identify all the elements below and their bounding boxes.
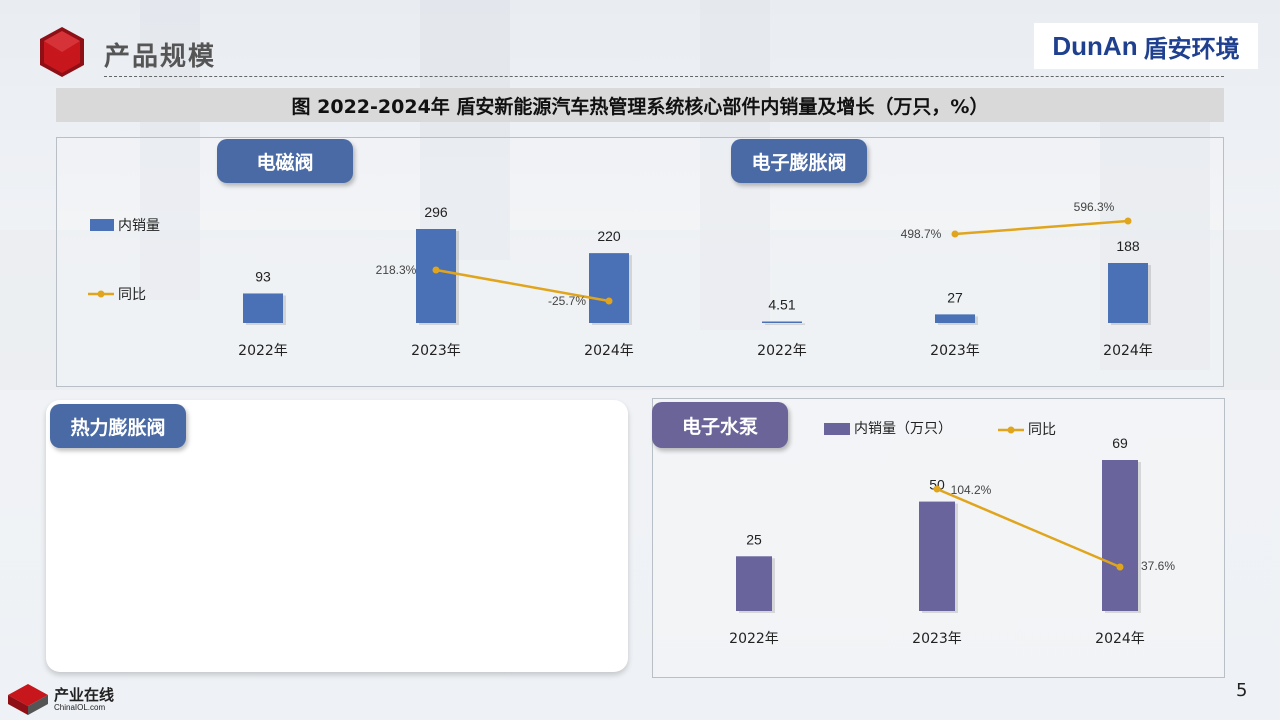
pump-legend-bar-label: 内销量（万只） [854, 421, 952, 437]
pump-legend-bar-swatch [824, 423, 850, 435]
solenoid-bar-label: 93 [255, 268, 271, 284]
legend-line-marker [97, 290, 105, 298]
pump-yoy-label: 104.2% [951, 483, 992, 497]
eev-bar [762, 321, 802, 323]
pump-bar [919, 501, 955, 611]
eev-yoy-point [1124, 217, 1132, 225]
pump-yoy-line [936, 487, 1121, 569]
eev-yoy-label: 498.7% [901, 227, 942, 241]
eev-bar [935, 314, 975, 323]
pump-category-label: 2023年 [912, 631, 962, 647]
page-number: 5 [1236, 680, 1248, 701]
eev-yoy-line [954, 219, 1129, 236]
eev-yoy-label: 596.3% [1074, 200, 1115, 214]
footer-logo-en: ChinaIOL.com [54, 702, 106, 712]
eev-category-label: 2024年 [1103, 343, 1153, 359]
charts-canvas: 93 296 220 2022年 2023年 2024年 218.3% -25.7% 4.51 2… [88, 200, 1175, 647]
eev-bar-shadow [765, 323, 805, 325]
solenoid-category-label: 2023年 [411, 343, 461, 359]
eev-bar-label: 4.51 [768, 297, 795, 313]
pump-bar-label: 25 [746, 531, 762, 547]
chinaiol-logo-icon [8, 684, 48, 715]
eev-bar [1108, 263, 1148, 323]
solenoid-bar [589, 253, 629, 323]
eev-yoy-point [951, 230, 959, 238]
legend-bar-swatch [90, 219, 114, 231]
solenoid-yoy-point [605, 297, 613, 305]
pump-legend-line-label: 同比 [1028, 422, 1056, 438]
pump-yoy-label: 37.6% [1141, 559, 1175, 573]
solenoid-category-label: 2024年 [584, 343, 634, 359]
pump-bar-label: 69 [1112, 435, 1128, 451]
solenoid-category-label: 2022年 [238, 343, 288, 359]
pump-yoy-point [1116, 563, 1124, 571]
solenoid-yoy-point [432, 266, 440, 274]
solenoid-bar-label: 220 [597, 228, 621, 244]
footer-logo-cn: 产业在线 [54, 685, 115, 704]
solenoid-yoy-label: 218.3% [376, 263, 417, 277]
footer-logo: 产业在线 ChinaIOL.com [6, 682, 114, 716]
eev-category-label: 2022年 [757, 343, 807, 359]
pump-bar [1102, 460, 1138, 611]
pump-bar [736, 556, 772, 611]
eev-category-label: 2023年 [930, 343, 980, 359]
solenoid-bar-label: 296 [424, 204, 448, 220]
pump-yoy-point [933, 485, 941, 493]
legend-line-label: 同比 [118, 287, 146, 303]
pump-category-label: 2024年 [1095, 631, 1145, 647]
eev-bar-label: 188 [1116, 238, 1140, 254]
solenoid-yoy-label: -25.7% [548, 294, 586, 308]
pump-category-label: 2022年 [729, 631, 779, 647]
solenoid-bar [243, 293, 283, 323]
legend-bar-label: 内销量 [118, 218, 160, 234]
eev-bar-label: 27 [947, 289, 963, 305]
pump-legend-line-marker [1007, 426, 1015, 434]
solenoid-bar [416, 229, 456, 323]
